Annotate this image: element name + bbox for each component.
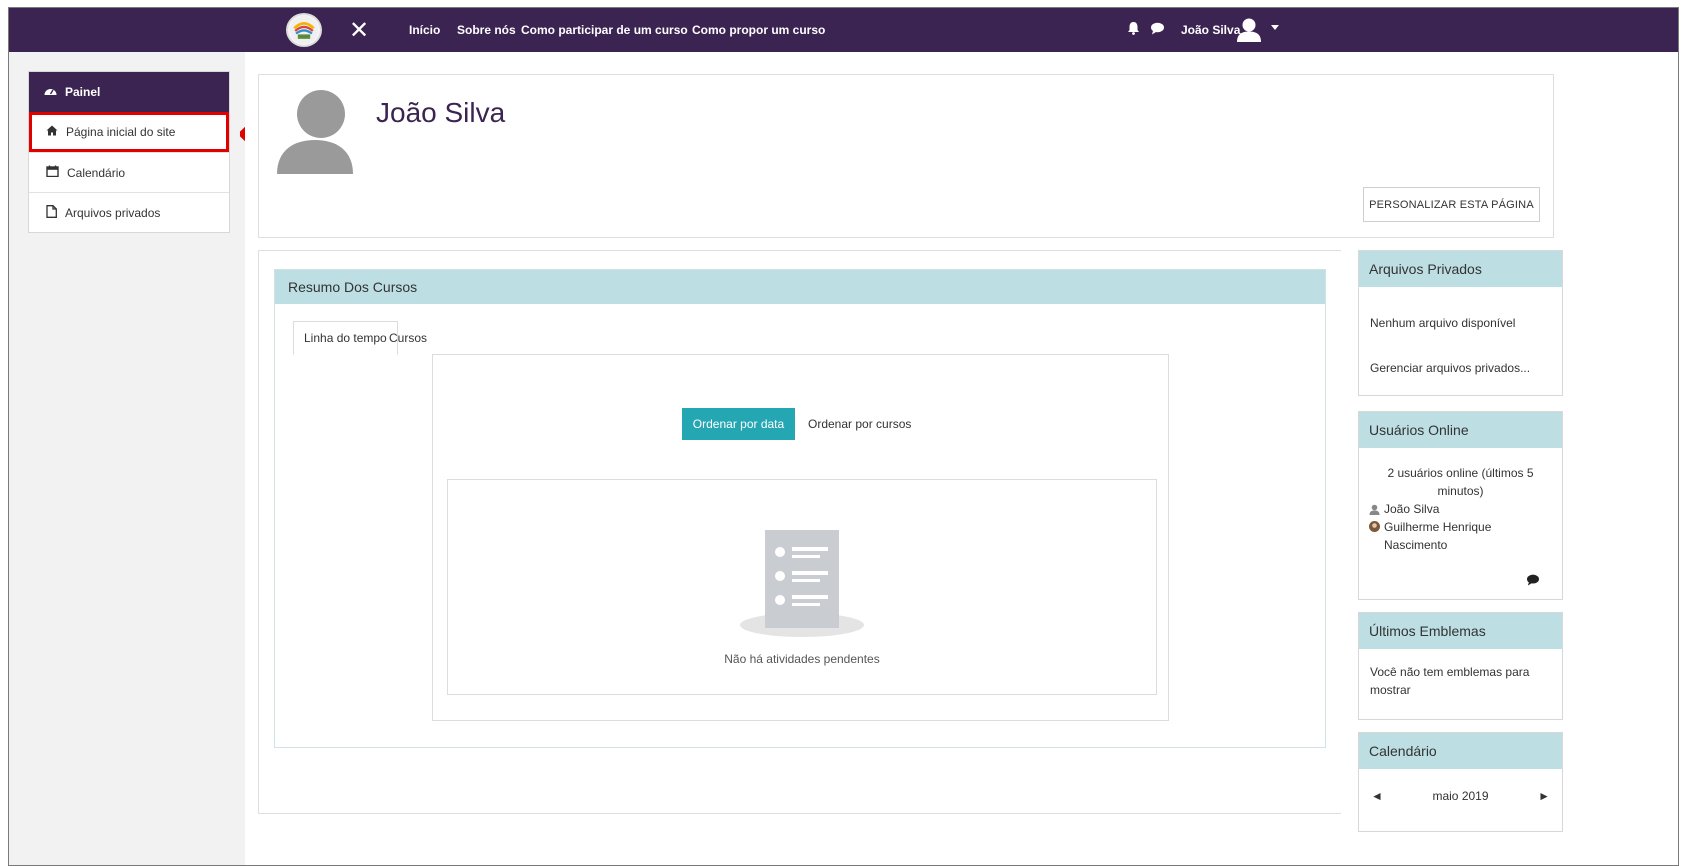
dashboard-icon — [44, 85, 57, 99]
browser-frame: ✕ Início Sobre nós Como participar de um… — [8, 7, 1679, 866]
user-avatar-icon[interactable] — [1236, 17, 1262, 43]
calendar-block: Calendário ◄ maio 2019 ► — [1358, 732, 1563, 832]
course-overview-block: Resumo Dos Cursos Linha do tempo Cursos … — [274, 269, 1326, 748]
nav-link-participar[interactable]: Como participar de um curso — [521, 23, 688, 37]
nav-link-sobre[interactable]: Sobre nós — [457, 23, 516, 37]
left-column: Painel Página inicial do site Calendário… — [9, 52, 245, 865]
online-user-item[interactable]: Guilherme Henrique Nascimento — [1359, 518, 1562, 554]
drawer-item-painel[interactable]: Painel — [29, 72, 229, 112]
drawer-header-label: Painel — [65, 85, 101, 99]
main-content: João Silva PERSONALIZAR ESTA PÁGINA Resu… — [245, 52, 1678, 865]
online-user-name: Guilherme Henrique Nascimento — [1384, 520, 1492, 552]
online-users-title: Usuários Online — [1359, 412, 1562, 448]
close-drawer-icon[interactable]: ✕ — [349, 16, 369, 45]
online-users-block: Usuários Online 2 usuários online (últim… — [1358, 411, 1563, 600]
drawer-item-site-home[interactable]: Página inicial do site — [29, 112, 229, 152]
timeline-panel: Ordenar por data Ordenar por cursos Não … — [432, 354, 1169, 721]
drawer-item-label: Página inicial do site — [66, 125, 176, 139]
calendar-next-icon[interactable]: ► — [1538, 789, 1550, 803]
site-logo[interactable] — [286, 13, 322, 47]
nav-link-propor[interactable]: Como propor um curso — [692, 23, 825, 37]
top-navbar: ✕ Início Sobre nós Como participar de um… — [9, 8, 1678, 52]
customize-page-button[interactable]: PERSONALIZAR ESTA PÁGINA — [1363, 187, 1540, 222]
empty-message: Não há atividades pendentes — [724, 652, 880, 666]
nav-link-inicio[interactable]: Início — [409, 23, 440, 37]
calendar-nav: ◄ maio 2019 ► — [1359, 789, 1562, 803]
sort-by-course-button[interactable]: Ordenar por cursos — [808, 417, 911, 431]
nav-drawer: Painel Página inicial do site Calendário… — [28, 71, 230, 233]
online-user-item[interactable]: João Silva — [1359, 500, 1562, 518]
home-icon — [46, 125, 58, 139]
badges-message: Você não tem emblemas para mostrar — [1370, 665, 1530, 697]
drawer-item-calendar[interactable]: Calendário — [29, 152, 229, 192]
chat-icon[interactable] — [1150, 22, 1165, 40]
calendar-month: maio 2019 — [1432, 789, 1489, 803]
tab-timeline[interactable]: Linha do tempo — [293, 321, 398, 355]
nav-user-name[interactable]: João Silva — [1181, 23, 1240, 37]
page-header: João Silva PERSONALIZAR ESTA PÁGINA — [258, 74, 1554, 238]
bell-icon[interactable] — [1127, 21, 1140, 40]
drawer-item-label: Calendário — [67, 165, 126, 180]
region-main: Resumo Dos Cursos Linha do tempo Cursos … — [258, 250, 1341, 814]
user-photo-icon — [1369, 521, 1380, 532]
private-files-title: Arquivos Privados — [1359, 251, 1562, 287]
right-blocks: Arquivos Privados Nenhum arquivo disponí… — [1351, 250, 1563, 865]
caret-down-icon[interactable] — [1271, 25, 1279, 30]
empty-timeline: Não há atividades pendentes — [447, 479, 1157, 695]
badges-title: Últimos Emblemas — [1359, 613, 1562, 649]
drawer-item-label: Arquivos privados — [65, 205, 161, 220]
calendar-prev-icon[interactable]: ◄ — [1371, 789, 1383, 803]
manage-private-files-link[interactable]: Gerenciar arquivos privados... — [1359, 361, 1530, 375]
course-overview-title: Resumo Dos Cursos — [275, 270, 1325, 304]
drawer-item-private-files[interactable]: Arquivos privados — [29, 192, 229, 232]
badges-block: Últimos Emblemas Você não tem emblemas p… — [1358, 612, 1563, 720]
sort-by-date-button[interactable]: Ordenar por data — [682, 408, 795, 440]
private-files-block: Arquivos Privados Nenhum arquivo disponí… — [1358, 250, 1563, 396]
tab-courses[interactable]: Cursos — [389, 321, 427, 355]
user-icon — [1369, 504, 1380, 515]
calendar-icon — [46, 165, 59, 180]
online-user-name: João Silva — [1384, 502, 1440, 516]
private-files-empty: Nenhum arquivo disponível — [1370, 316, 1516, 330]
file-icon — [46, 204, 57, 221]
online-users-summary: 2 usuários online (últimos 5 minutos) — [1387, 466, 1534, 498]
empty-list-icon — [740, 530, 864, 637]
profile-avatar-icon[interactable] — [274, 88, 356, 174]
page-title: João Silva — [376, 97, 506, 128]
message-icon[interactable] — [1526, 574, 1540, 586]
calendar-title: Calendário — [1359, 733, 1562, 769]
